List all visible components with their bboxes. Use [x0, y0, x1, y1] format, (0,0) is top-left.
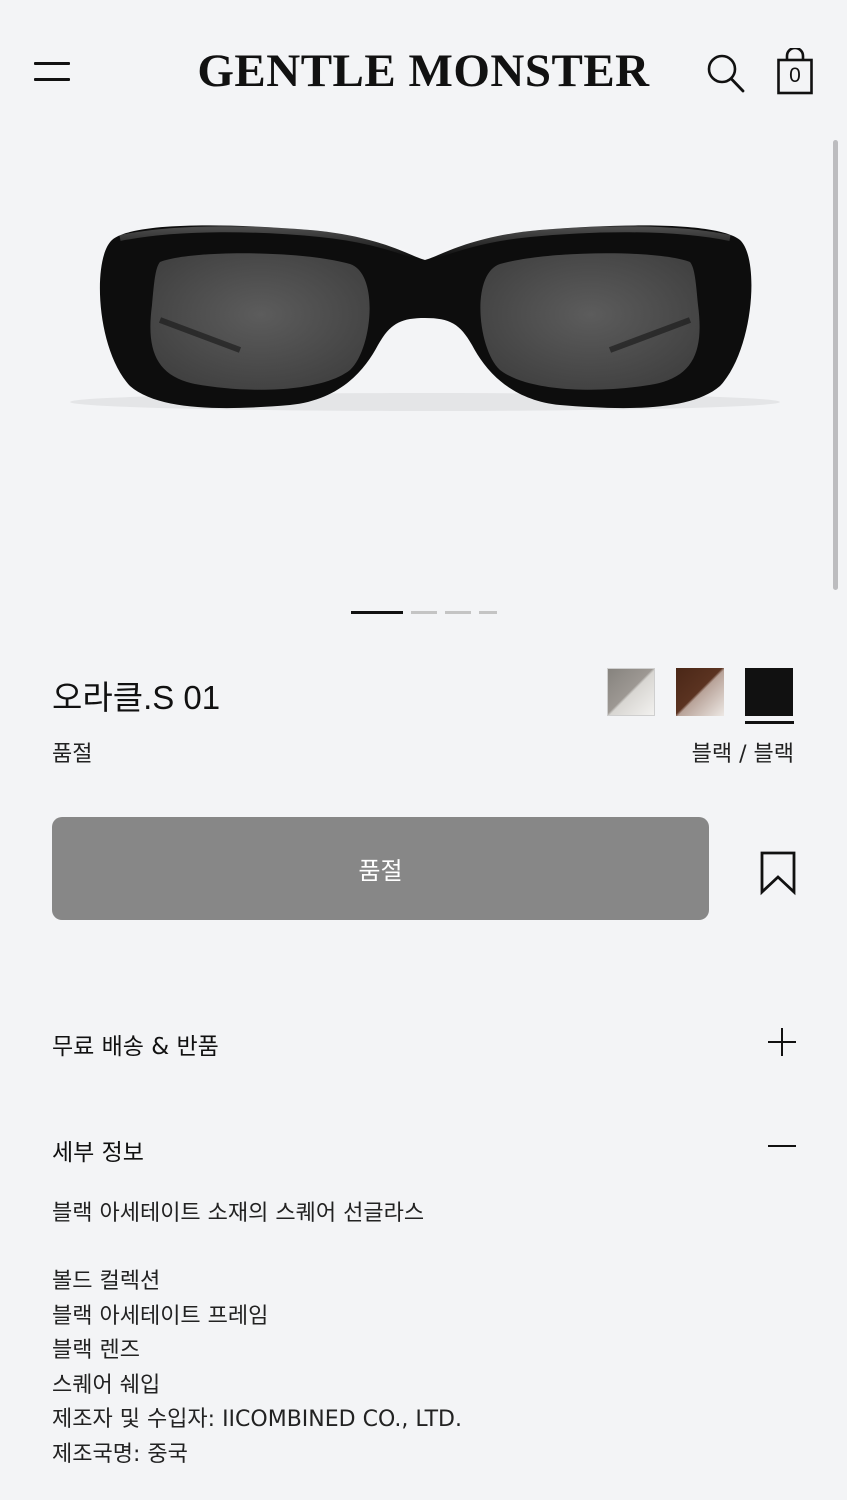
- minus-icon[interactable]: [766, 1130, 798, 1162]
- search-icon[interactable]: [706, 52, 746, 94]
- details-line: 제조국명: 중국: [52, 1441, 188, 1467]
- details-line: 제조자 및 수입자: IICOMBINED CO., LTD.: [52, 1407, 462, 1432]
- details-line: 블랙 렌즈: [52, 1338, 140, 1363]
- bookmark-icon[interactable]: [758, 850, 798, 896]
- color-swatch-black[interactable]: [745, 668, 793, 716]
- details-line: 스퀘어 쉐입: [52, 1372, 161, 1398]
- details-header[interactable]: 세부 정보: [52, 1133, 144, 1167]
- selected-color-label: 블랙 / 블랙: [691, 742, 794, 767]
- pager-dot-active[interactable]: [351, 611, 403, 614]
- details-line: 블랙 아세테이트 프레임: [52, 1303, 269, 1329]
- shopping-bag-icon[interactable]: 0: [776, 48, 814, 96]
- cart-count: 0: [789, 64, 801, 87]
- product-name: 오라클.S 01: [52, 679, 221, 716]
- sold-out-button[interactable]: 품절: [52, 817, 709, 920]
- stock-status: 품절: [52, 742, 93, 767]
- site-header: GENTLE MONSTER 0: [0, 0, 847, 140]
- pager-dot[interactable]: [411, 611, 437, 614]
- shipping-returns-header[interactable]: 무료 배송 & 반품: [52, 1027, 219, 1061]
- details-list: 볼드 컬렉션 블랙 아세테이트 프레임 블랙 렌즈 스퀘어 쉐입 제조자 및 수…: [52, 1265, 462, 1472]
- pager-dot[interactable]: [479, 611, 497, 614]
- details-description: 블랙 아세테이트 소재의 스퀘어 선글라스: [52, 1201, 425, 1226]
- pager-dot[interactable]: [445, 611, 471, 614]
- color-swatch-grey[interactable]: [607, 668, 655, 716]
- color-swatch-brown[interactable]: [676, 668, 724, 716]
- product-image: [70, 225, 780, 411]
- details-line: 볼드 컬렉션: [52, 1269, 161, 1294]
- selected-swatch-indicator: [745, 721, 794, 724]
- plus-icon[interactable]: [766, 1026, 798, 1058]
- product-image-gallery[interactable]: [0, 140, 847, 600]
